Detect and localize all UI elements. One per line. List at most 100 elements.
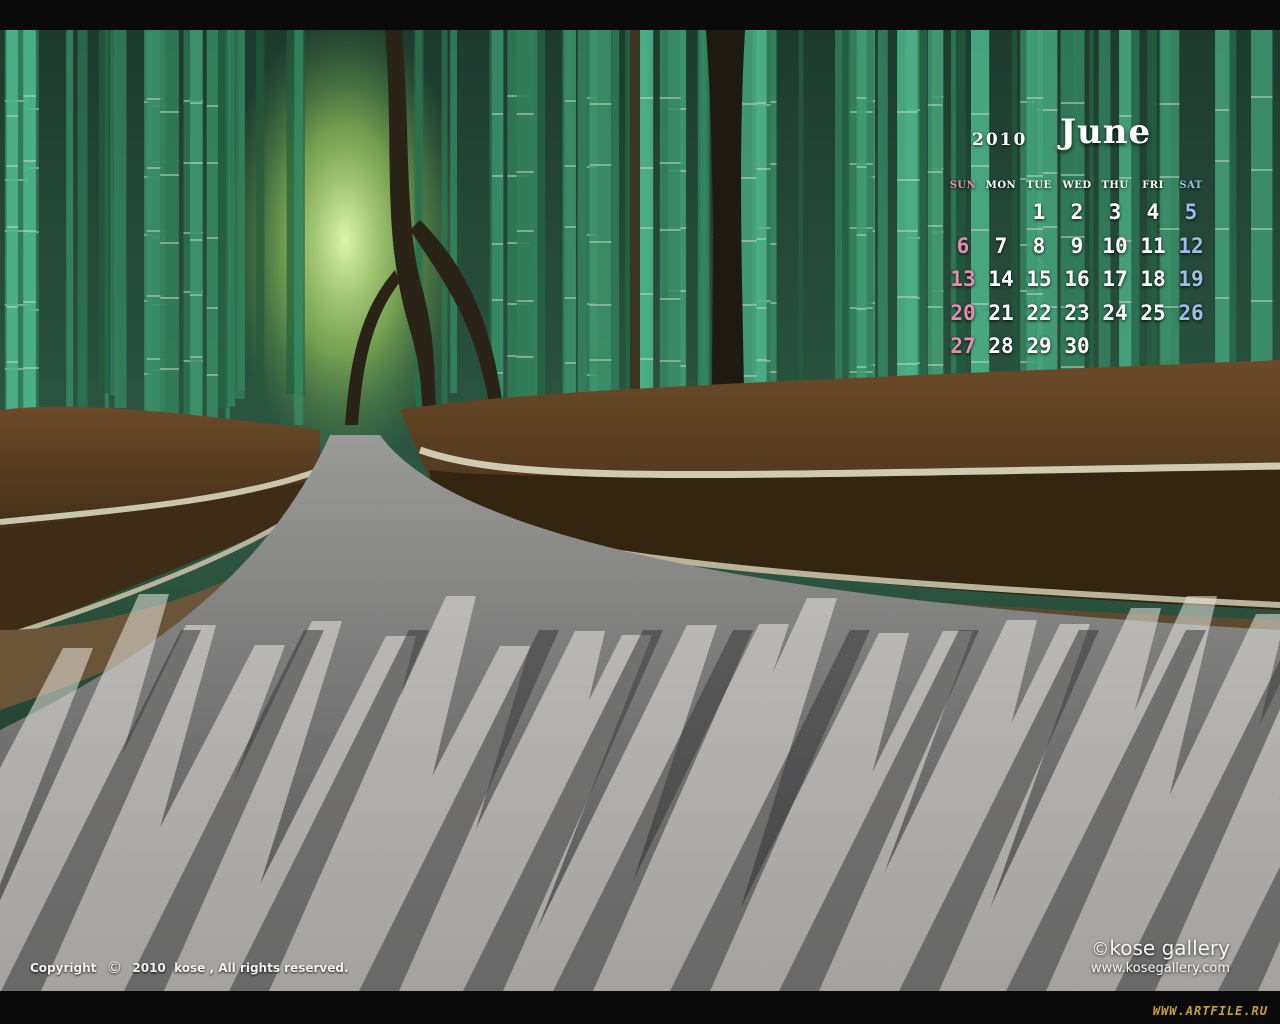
bamboo-node — [1215, 160, 1230, 162]
weekday-sat: SAT — [1179, 180, 1203, 191]
empty-day-cell — [944, 200, 982, 234]
bamboo-node — [160, 368, 179, 370]
bamboo-stalk — [835, 30, 843, 420]
bamboo-stalk — [77, 30, 88, 408]
week-row: 13 14 15 16 17 18 19 — [944, 267, 1210, 301]
bamboo-node — [856, 97, 867, 99]
bamboo-stalk — [927, 30, 943, 411]
bamboo-node — [206, 374, 218, 376]
bamboo-stalk — [897, 30, 918, 413]
weekday-wed: WED — [1062, 180, 1092, 191]
brand-name-line: ©kose gallery — [1091, 936, 1230, 960]
bamboo-node — [971, 165, 990, 167]
bamboo-node — [1215, 228, 1230, 230]
bamboo-node — [160, 297, 179, 299]
bamboo-node — [190, 294, 203, 296]
day-cell: 2 — [1070, 200, 1084, 224]
day-cell: 22 — [1026, 300, 1052, 325]
day-cell: 4 — [1146, 200, 1160, 224]
bamboo-node — [1060, 174, 1085, 176]
site-watermark: WWW.ARTFILE.RU — [1152, 1004, 1268, 1018]
weekday-fri: FRI — [1142, 180, 1164, 191]
day-cell: 29 — [1026, 334, 1052, 358]
day-cell: 26 — [1178, 300, 1204, 325]
bamboo-node — [659, 360, 681, 362]
bamboo-node — [23, 160, 36, 162]
bamboo-node — [160, 174, 179, 176]
bamboo-node — [491, 175, 503, 177]
bamboo-node — [206, 307, 218, 309]
bamboo-stalk — [218, 30, 230, 408]
empty-day-cell — [982, 200, 1020, 234]
bamboo-node — [1159, 176, 1180, 178]
bamboo-node — [6, 226, 18, 228]
top-border — [0, 0, 1280, 30]
bamboo-node — [1026, 175, 1044, 177]
bamboo-node — [897, 363, 918, 365]
bamboo-stalk — [286, 30, 295, 394]
bamboo-node — [6, 361, 18, 363]
week-row: 27 28 29 30 — [944, 334, 1210, 368]
day-cell: 8 — [1032, 233, 1046, 258]
bamboo-node — [23, 367, 36, 369]
bamboo-node — [564, 362, 576, 364]
bamboo-stalk — [190, 30, 203, 418]
bamboo-node — [971, 113, 990, 115]
weekday-tue: TUE — [1026, 180, 1052, 191]
bamboo-stalk — [843, 30, 849, 417]
brand-copyright-symbol: © — [1091, 939, 1110, 960]
bamboo-stalk — [798, 30, 804, 406]
weekday-thu: THU — [1101, 180, 1129, 191]
brand-name: kose gallery — [1109, 936, 1230, 960]
bamboo-node — [23, 95, 36, 97]
bamboo-node — [190, 356, 203, 358]
bamboo-node — [659, 229, 681, 231]
bamboo-node — [206, 105, 218, 107]
bamboo-node — [897, 296, 918, 298]
day-cell: 21 — [988, 300, 1014, 325]
bamboo-node — [160, 111, 179, 113]
day-cell: 14 — [988, 267, 1014, 291]
bamboo-node — [23, 230, 36, 232]
bamboo-node — [190, 102, 203, 104]
day-cell: 17 — [1102, 267, 1128, 291]
copyright-symbol: © — [106, 958, 123, 977]
bamboo-stalk — [697, 30, 710, 415]
bamboo-stalk — [659, 30, 681, 421]
bamboo-node — [856, 234, 867, 236]
bamboo-node — [927, 104, 943, 106]
bamboo-node — [756, 102, 767, 104]
bamboo-node — [897, 179, 918, 181]
day-cell: 19 — [1178, 267, 1204, 291]
bamboo-stalk — [577, 30, 588, 404]
bamboo-node — [564, 100, 576, 102]
bamboo-node — [564, 165, 576, 167]
bamboo-node — [856, 366, 867, 368]
bamboo-stalk — [756, 30, 767, 417]
bamboo-node — [927, 225, 943, 227]
weekday-header-row: SUN MON TUE WED THU FRI SAT — [944, 180, 1210, 200]
brand-signature: ©kose gallery www.kosegallery.com — [1091, 936, 1230, 976]
bamboo-node — [1251, 169, 1273, 171]
bamboo-node — [1159, 103, 1180, 105]
bamboo-stalk — [441, 30, 448, 419]
bamboo-node — [659, 162, 681, 164]
bamboo-node — [756, 359, 767, 361]
bamboo-node — [897, 230, 918, 232]
empty-day-cell — [1134, 334, 1172, 368]
bamboo-forest-photo — [0, 30, 1280, 991]
day-cell: 11 — [1140, 233, 1166, 258]
bamboo-node — [589, 241, 612, 243]
bamboo-node — [516, 113, 534, 115]
bamboo-node — [927, 364, 943, 366]
bamboo-node — [491, 243, 503, 245]
day-cell: 20 — [950, 300, 976, 325]
bamboo-node — [1026, 97, 1044, 99]
day-cell: 15 — [1026, 267, 1052, 291]
bamboo-node — [1215, 109, 1230, 111]
week-row: 6 7 8 9 10 11 12 — [944, 234, 1210, 268]
bamboo-stalk — [625, 30, 630, 404]
day-cell: 23 — [1064, 300, 1090, 325]
bamboo-node — [1215, 297, 1230, 299]
calendar-grid: SUN MON TUE WED THU FRI SAT 1 2 3 4 5 6 7 8 9 10 11 12 13 14… — [944, 180, 1210, 368]
